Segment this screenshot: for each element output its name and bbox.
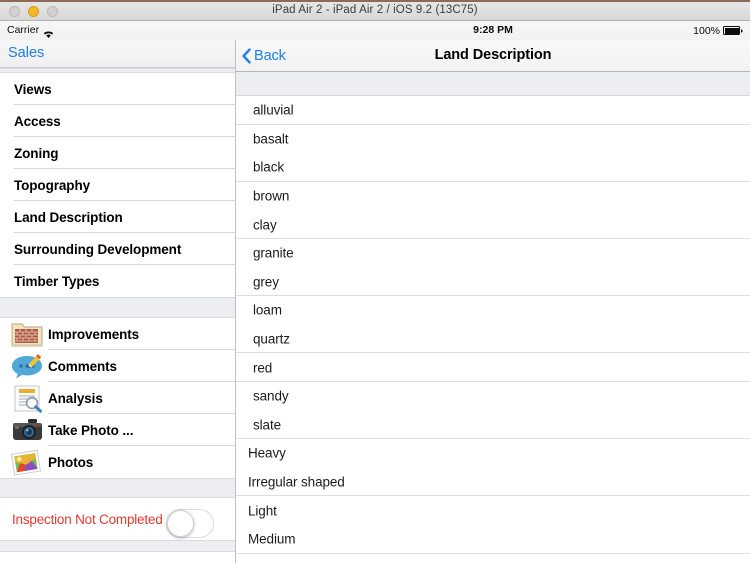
status-carrier-group: Carrier — [7, 21, 54, 40]
camera-icon — [9, 415, 45, 445]
sidebar-item-land-description[interactable]: Land Description — [0, 201, 235, 233]
toggle-knob — [167, 510, 194, 537]
page-title: Land Description — [434, 47, 552, 63]
inspection-status-label: Inspection Not Completed — [12, 511, 163, 527]
option-label: basalt — [253, 131, 289, 147]
list-item[interactable]: Medium — [236, 524, 750, 554]
list-item[interactable]: Irregular shaped — [236, 467, 750, 497]
sidebar-item-access[interactable]: Access — [0, 105, 235, 137]
sidebar-item-label: Improvements — [48, 326, 140, 342]
list-item[interactable]: basalt — [236, 124, 750, 154]
sidebar-item-comments[interactable]: Comments — [0, 350, 235, 382]
sidebar-item-label: Comments — [48, 358, 117, 374]
window-titlebar: iPad Air 2 - iPad Air 2 / iOS 9.2 (13C75… — [0, 0, 750, 21]
sidebar-item-timber-types[interactable]: Timber Types — [0, 265, 235, 297]
back-button[interactable]: Back — [242, 40, 286, 71]
option-label: quartz — [253, 331, 290, 347]
ios-status-bar: Carrier 9:28 PM 100% — [0, 21, 750, 40]
inspection-status-row: Inspection Not Completed — [0, 498, 235, 540]
list-item[interactable]: loam — [236, 296, 750, 325]
wifi-icon — [43, 27, 54, 39]
simulator-screen: iPad Air 2 - iPad Air 2 / iOS 9.2 (13C75… — [0, 0, 750, 563]
document-magnifier-icon — [9, 383, 45, 413]
option-label: red — [253, 360, 273, 376]
sidebar-list: Views Access Zoning Topography Land Desc… — [0, 68, 235, 552]
status-battery-group: 100% — [693, 21, 743, 40]
sidebar-item-label: Zoning — [14, 145, 59, 161]
option-label: brown — [253, 188, 290, 204]
sidebar-item-analysis[interactable]: Analysis — [0, 382, 235, 414]
battery-full-icon — [723, 26, 743, 35]
option-label: Light — [248, 503, 277, 519]
sidebar-item-surrounding-development[interactable]: Surrounding Development — [0, 233, 235, 265]
back-button-label: Back — [254, 47, 286, 64]
battery-percent-label: 100% — [693, 24, 720, 37]
list-item[interactable]: quartz — [236, 324, 750, 354]
option-label: grey — [253, 274, 279, 290]
speech-bubble-pencil-icon — [9, 351, 45, 381]
option-label: black — [253, 159, 285, 175]
option-label: Heavy — [248, 445, 286, 461]
navigation-bar: Land Description Back — [236, 40, 750, 72]
option-label: Medium — [248, 531, 296, 547]
sidebar-item-topography[interactable]: Topography — [0, 169, 235, 201]
sidebar-item-improvements[interactable]: Improvements — [0, 318, 235, 350]
sidebar-item-label: Timber Types — [14, 273, 100, 289]
sidebar-toggle-gap — [0, 478, 235, 498]
sidebar-item-label: Take Photo ... — [48, 422, 134, 438]
sidebar-item-label: Topography — [14, 177, 90, 193]
sidebar-item-label: Surrounding Development — [14, 241, 182, 257]
list-item[interactable]: Light — [236, 496, 750, 525]
sidebar-section-gap — [0, 297, 235, 318]
carrier-label: Carrier — [7, 24, 40, 36]
list-item[interactable]: sandy — [236, 381, 750, 411]
sidebar-item-photos[interactable]: Photos — [0, 446, 235, 478]
status-time: 9:28 PM — [473, 24, 513, 36]
sidebar-item-label: Views — [14, 81, 52, 97]
sidebar-bottom-spacer — [0, 540, 235, 552]
sidebar-item-label: Photos — [48, 454, 94, 470]
inspection-toggle[interactable] — [166, 509, 214, 538]
sidebar-item-zoning[interactable]: Zoning — [0, 137, 235, 169]
sidebar-item-views[interactable]: Views — [0, 73, 235, 105]
option-label: slate — [253, 417, 282, 433]
sidebar-item-label: Land Description — [14, 209, 123, 225]
detail-pane: Land Description Back alluvial basalt bl… — [236, 40, 750, 563]
option-label: clay — [253, 217, 277, 233]
list-item[interactable]: alluvial — [236, 96, 750, 125]
option-label: alluvial — [253, 102, 294, 118]
list-item[interactable]: grey — [236, 267, 750, 297]
option-label: loam — [253, 302, 282, 318]
master-pane: Sales Views Access Zoning Topography Lan… — [0, 40, 236, 563]
list-item[interactable]: granite — [236, 238, 750, 268]
option-label: granite — [253, 245, 294, 261]
list-item[interactable]: red — [236, 353, 750, 382]
list-item[interactable]: slate — [236, 410, 750, 440]
list-section-header — [236, 72, 750, 96]
folder-bricks-icon — [9, 319, 45, 349]
row-separator — [236, 552, 750, 554]
sidebar-header: Sales — [0, 40, 235, 68]
option-label: Irregular shaped — [248, 474, 345, 490]
chevron-left-icon — [242, 47, 251, 64]
option-label: sandy — [253, 388, 289, 404]
sidebar-item-take-photo[interactable]: Take Photo ... — [0, 414, 235, 446]
sidebar-title[interactable]: Sales — [8, 40, 44, 67]
sidebar-item-label: Analysis — [48, 390, 103, 406]
list-item[interactable]: black — [236, 153, 750, 182]
list-item[interactable]: Heavy — [236, 439, 750, 468]
list-item[interactable]: brown — [236, 181, 750, 211]
window-title: iPad Air 2 - iPad Air 2 / iOS 9.2 (13C75… — [272, 4, 478, 16]
land-description-options-list: alluvial basalt black brown clay granite… — [236, 96, 750, 554]
list-item[interactable]: clay — [236, 210, 750, 239]
photo-stack-icon — [9, 447, 45, 477]
sidebar-item-label: Access — [14, 113, 61, 129]
